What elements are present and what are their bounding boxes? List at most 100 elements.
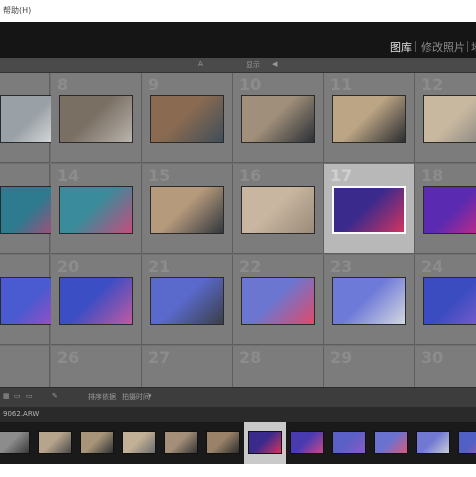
photo-thumbnail[interactable] (241, 95, 315, 143)
library-grid: 8 9 10 11 12 14 15 16 17 18 20 21 22 23 24 26 27 28 29 30 (0, 73, 476, 387)
photo-thumbnail[interactable] (59, 277, 133, 325)
cell-index: 28 (239, 348, 262, 367)
filmstrip-thumbnail (38, 431, 72, 454)
filmstrip-item[interactable] (412, 422, 454, 464)
filmstrip-thumbnail (290, 431, 324, 454)
compare-view-icon[interactable]: ▭ (26, 392, 33, 400)
photo-thumbnail[interactable] (241, 277, 315, 325)
grid-cell[interactable]: 22 (233, 255, 324, 345)
grid-cell[interactable] (0, 73, 74, 163)
cell-index: 10 (239, 75, 262, 94)
filmstrip-item[interactable] (244, 422, 286, 464)
cell-index: 26 (57, 348, 80, 367)
grid-cell[interactable]: 30 (415, 346, 476, 387)
photo-thumbnail[interactable] (423, 95, 476, 143)
grid-cell[interactable]: 24 (415, 255, 476, 345)
grid-cell[interactable]: 28 (233, 346, 324, 387)
grid-cell[interactable]: 15 (142, 164, 233, 254)
cell-index: 14 (57, 166, 80, 185)
grid-cell[interactable]: 17 (324, 164, 415, 254)
filmstrip-item[interactable] (286, 422, 328, 464)
filmstrip-thumbnail (458, 431, 476, 454)
filmstrip-item[interactable] (370, 422, 412, 464)
grid-cell[interactable]: 8 (51, 73, 142, 163)
cell-index: 15 (148, 166, 171, 185)
module-library[interactable]: 图库 (390, 39, 412, 55)
filmstrip-item[interactable] (34, 422, 76, 464)
photo-thumbnail[interactable] (150, 186, 224, 234)
grid-cell[interactable]: 12 (415, 73, 476, 163)
library-toolbar: ▦ ▭ ▭ ✎ 排序依据 拍摄时间 ▾ (0, 387, 476, 407)
filmstrip-header: 9062.ARW (0, 407, 476, 422)
grid-cell[interactable]: 26 (51, 346, 142, 387)
cell-index: 17 (330, 166, 353, 185)
cell-index: 8 (57, 75, 69, 94)
filmstrip-item[interactable] (76, 422, 118, 464)
photo-thumbnail[interactable] (332, 277, 406, 325)
grid-cell[interactable]: 27 (142, 346, 233, 387)
bottom-margin (0, 464, 476, 477)
cell-index: 30 (421, 348, 444, 367)
cell-index: 27 (148, 348, 171, 367)
photo-thumbnail[interactable] (241, 186, 315, 234)
filmstrip (0, 422, 476, 464)
module-separator (415, 41, 416, 52)
filmstrip-item[interactable] (160, 422, 202, 464)
filmstrip-thumbnail (122, 431, 156, 454)
module-picker: 图库 修改照片 地 (0, 22, 476, 58)
sort-label: 排序依据 (88, 393, 116, 401)
grid-cell[interactable] (0, 164, 74, 254)
grid-cell[interactable]: 10 (233, 73, 324, 163)
module-more[interactable]: 地 (471, 39, 476, 55)
filmstrip-thumbnail (332, 431, 366, 454)
cell-index: 24 (421, 257, 444, 276)
photo-thumbnail[interactable] (332, 95, 406, 143)
cell-index: 12 (421, 75, 444, 94)
module-separator (467, 41, 468, 52)
grid-cell[interactable] (0, 255, 74, 345)
sort-dropdown-icon[interactable]: ▾ (148, 392, 152, 400)
grid-cell[interactable]: 11 (324, 73, 415, 163)
photo-thumbnail[interactable] (332, 186, 406, 234)
painter-icon[interactable]: ✎ (52, 392, 58, 400)
filmstrip-item[interactable] (202, 422, 244, 464)
filter-sort[interactable]: A (198, 60, 203, 68)
photo-thumbnail[interactable] (150, 277, 224, 325)
filmstrip-item[interactable] (0, 422, 34, 464)
photo-thumbnail[interactable] (423, 186, 476, 234)
module-develop[interactable]: 修改照片 (421, 39, 465, 55)
grid-cell[interactable]: 29 (324, 346, 415, 387)
grid-cell[interactable]: 14 (51, 164, 142, 254)
filmstrip-thumbnail (80, 431, 114, 454)
grid-view-icon[interactable]: ▦ (3, 392, 10, 400)
filter-menu-icon[interactable]: ◀ (272, 60, 277, 68)
cell-index: 21 (148, 257, 171, 276)
filmstrip-thumbnail (164, 431, 198, 454)
cell-index: 9 (148, 75, 160, 94)
photo-thumbnail[interactable] (150, 95, 224, 143)
filmstrip-thumbnail (416, 431, 450, 454)
grid-cell[interactable]: 9 (142, 73, 233, 163)
library-filter-bar: A 显示 ◀ (0, 58, 476, 73)
filmstrip-thumbnail (0, 431, 30, 454)
sort-value[interactable]: 拍摄时间 (122, 392, 150, 402)
filmstrip-item[interactable] (454, 422, 476, 464)
filmstrip-item[interactable] (118, 422, 160, 464)
grid-cell[interactable]: 20 (51, 255, 142, 345)
filmstrip-item[interactable] (328, 422, 370, 464)
photo-thumbnail[interactable] (423, 277, 476, 325)
filter-view[interactable]: 显示 (246, 60, 260, 70)
filmstrip-filename: 9062.ARW (3, 410, 40, 418)
grid-cell[interactable]: 23 (324, 255, 415, 345)
grid-cell[interactable]: 18 (415, 164, 476, 254)
window-title: 帮助(H) (3, 6, 32, 15)
loupe-view-icon[interactable]: ▭ (14, 392, 21, 400)
grid-cell[interactable] (0, 346, 50, 387)
filmstrip-thumbnail (206, 431, 240, 454)
cell-index: 18 (421, 166, 444, 185)
window-titlebar: 帮助(H) (0, 0, 476, 22)
photo-thumbnail[interactable] (59, 186, 133, 234)
grid-cell[interactable]: 21 (142, 255, 233, 345)
grid-cell[interactable]: 16 (233, 164, 324, 254)
photo-thumbnail[interactable] (59, 95, 133, 143)
